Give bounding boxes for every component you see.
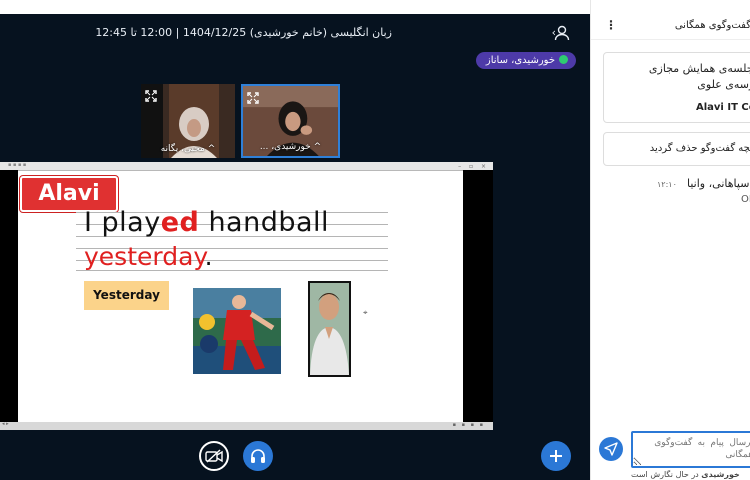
- presentation-window-bar: ▪ ▪ ▪ ▪ – ▫ ×: [0, 162, 493, 171]
- actions-button[interactable]: [541, 441, 571, 471]
- send-message-button[interactable]: [599, 437, 623, 461]
- participant-name: ^ خورشیدی، ...: [259, 142, 322, 152]
- plus-icon: [550, 450, 562, 462]
- welcome-message: به جلسه‌ی همایش مجازی مدرسه‌ی علوی Alavi…: [603, 52, 750, 123]
- boy-portrait-image: [308, 281, 351, 377]
- camera-toggle-button[interactable]: [199, 441, 229, 471]
- mic-active-icon: [559, 55, 568, 64]
- more-options-icon[interactable]: ⋮: [605, 18, 617, 32]
- message-author: سپاهانی، وانیا: [687, 177, 750, 190]
- send-icon: [604, 442, 618, 456]
- welcome-line: به جلسه‌ی همایش مجازی: [648, 62, 750, 75]
- slide-margin-left: [0, 170, 18, 422]
- video-tile[interactable]: ^ محبی، یگانه: [141, 84, 235, 158]
- presenter-badge: خورشیدی، ساناز: [475, 52, 576, 69]
- vocab-card: Yesterday: [84, 281, 169, 310]
- chat-header: گفت‌وگوی همگانی ⋮: [591, 0, 750, 40]
- participant-name: ^ محبی، یگانه: [160, 144, 216, 154]
- slide-canvas: Alavi I played handball yesterday. Yeste…: [18, 171, 463, 422]
- chat-cleared-notice: تاریخچه گفت‌وگو حذف گردید: [603, 132, 750, 166]
- meeting-area: زبان انگلیسی (خانم خورشیدی) 1404/12/25 |…: [0, 0, 590, 480]
- typing-indicator: خورشیدی در حال نگارش است: [631, 470, 740, 479]
- welcome-line: مدرسه‌ی علوی: [697, 78, 750, 91]
- video-tile-active[interactable]: ^ خورشیدی، ...: [241, 84, 340, 158]
- slide-margin-right: [463, 170, 493, 422]
- public-chat-panel: گفت‌وگوی همگانی ⋮ به جلسه‌ی همایش مجازی …: [590, 0, 750, 480]
- mouse-cursor-icon: ⌖: [363, 308, 368, 317]
- meeting-title: زبان انگلیسی (خانم خورشیدی) 1404/12/25 |…: [95, 26, 392, 39]
- presenter-name: خورشیدی، ساناز: [485, 55, 555, 66]
- slide-sentence: I played handball: [84, 207, 330, 238]
- chat-title: گفت‌وگوی همگانی: [674, 20, 750, 31]
- handball-player-image: [193, 288, 281, 374]
- chat-message-input[interactable]: [631, 431, 750, 468]
- slide-word-yesterday: yesterday.: [84, 242, 213, 271]
- user-settings-icon[interactable]: [554, 25, 572, 41]
- headphones-icon: [251, 449, 265, 463]
- presentation-status-bar: ◂ ▸ ▪ ▪ ▪ ▪: [0, 421, 493, 430]
- welcome-line: Alavi IT Ce: [696, 102, 750, 113]
- message-time: ۱۲:۱۰: [657, 180, 677, 189]
- message-text: OK: [741, 194, 750, 205]
- audio-button[interactable]: [243, 441, 273, 471]
- expand-icon[interactable]: [247, 89, 259, 104]
- expand-icon[interactable]: [145, 87, 157, 102]
- camera-off-icon: [205, 449, 223, 463]
